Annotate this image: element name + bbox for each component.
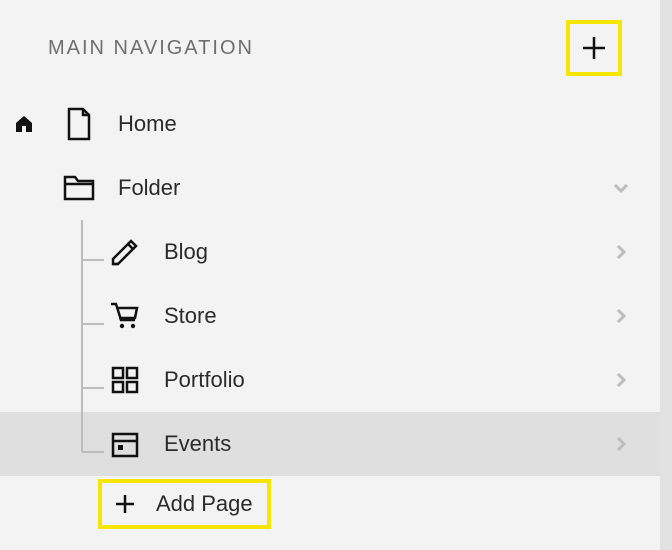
navigation-list: Home Folder (0, 92, 660, 532)
add-section-button[interactable] (568, 22, 620, 74)
navigation-panel: MAIN NAVIGATION (0, 0, 660, 550)
chevron-right-icon (606, 365, 636, 395)
events-icon (108, 427, 142, 461)
chevron-right-icon (606, 237, 636, 267)
chevron-right-icon (606, 301, 636, 331)
nav-item-label: Events (164, 431, 606, 457)
chevron-down-icon (606, 173, 636, 203)
home-indicator-icon (14, 114, 34, 134)
nav-item-label: Blog (164, 239, 606, 265)
store-icon (108, 299, 142, 333)
nav-item-label: Folder (118, 175, 606, 201)
nav-item-blog[interactable]: Blog (0, 220, 660, 284)
chevron-right-icon (606, 429, 636, 459)
page-icon (62, 107, 96, 141)
panel-title: MAIN NAVIGATION (48, 37, 254, 60)
nav-item-folder[interactable]: Folder (0, 156, 660, 220)
nav-item-label: Home (118, 111, 636, 137)
panel-header: MAIN NAVIGATION (48, 24, 620, 72)
nav-item-home[interactable]: Home (0, 92, 660, 156)
nav-item-portfolio[interactable]: Portfolio (0, 348, 660, 412)
add-page-button[interactable]: Add Page (100, 481, 269, 527)
nav-item-events[interactable]: Events (0, 412, 660, 476)
portfolio-icon (108, 363, 142, 397)
plus-icon (577, 31, 611, 65)
add-page-row: Add Page (0, 476, 660, 532)
nav-item-store[interactable]: Store (0, 284, 660, 348)
nav-item-label: Store (164, 303, 606, 329)
folder-icon (62, 171, 96, 205)
blog-icon (108, 235, 142, 269)
right-edge-shade (660, 0, 672, 550)
add-page-label: Add Page (156, 491, 253, 517)
nav-item-label: Portfolio (164, 367, 606, 393)
plus-icon (108, 487, 142, 521)
